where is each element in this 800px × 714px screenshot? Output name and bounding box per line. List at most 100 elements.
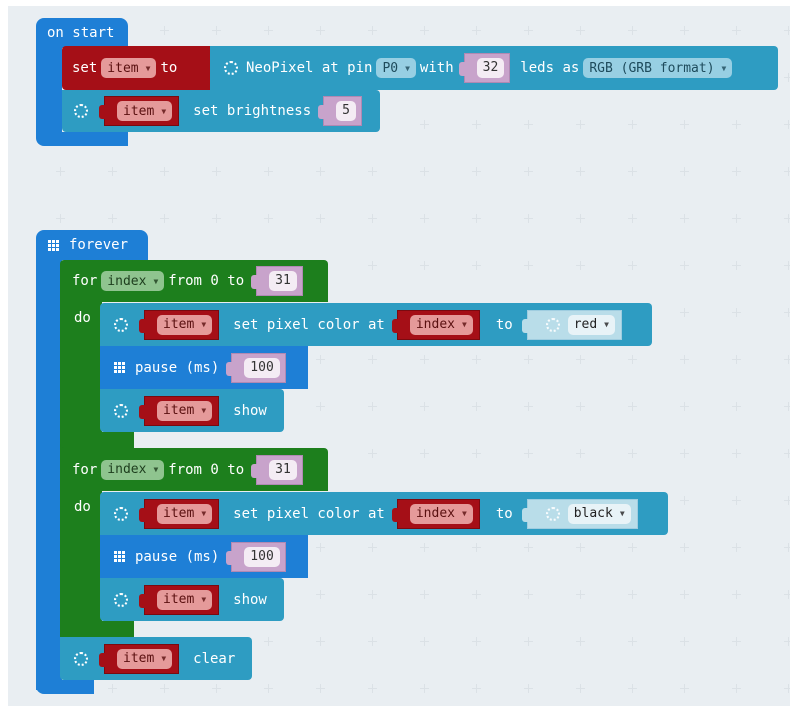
- blocks-workspace[interactable]: on start set item ▼ to NeoPixel at pin P…: [8, 6, 790, 706]
- grid-marker: [160, 167, 169, 176]
- led-count-socket[interactable]: 32: [458, 53, 511, 83]
- grid-marker: [160, 684, 169, 693]
- loop-end-socket[interactable]: 31: [251, 266, 303, 296]
- strip-variable-socket[interactable]: item ▼: [139, 498, 220, 529]
- neopixel-icon: [224, 61, 238, 75]
- neopixel-icon: [74, 104, 88, 118]
- grid-marker: [576, 684, 585, 693]
- loop-end-value[interactable]: 31: [269, 271, 297, 291]
- from-to-text: from 0 to: [168, 461, 245, 478]
- strip-variable-socket[interactable]: item ▼: [99, 96, 180, 126]
- strip-variable-socket[interactable]: item ▼: [99, 643, 180, 674]
- grid-marker: [316, 167, 325, 176]
- pause-value[interactable]: 100: [244, 546, 280, 567]
- grid-marker: [732, 26, 741, 35]
- pin-dropdown[interactable]: P0 ▼: [376, 58, 416, 78]
- grid-marker: [420, 214, 429, 223]
- for-keyword: for: [72, 273, 98, 289]
- on-start-label: on start: [47, 25, 115, 41]
- variable-dropdown[interactable]: item ▼: [157, 314, 213, 335]
- grid-marker: [420, 684, 429, 693]
- loop-end-socket[interactable]: 31: [251, 454, 303, 485]
- neopixel-icon: [114, 403, 128, 418]
- neopixel-at-pin-text: NeoPixel at pin: [246, 60, 373, 76]
- mode-dropdown[interactable]: RGB (GRB format) ▼: [583, 58, 733, 78]
- grid-marker: [472, 402, 481, 411]
- brightness-socket[interactable]: 5: [318, 96, 362, 126]
- grid-marker: [628, 402, 637, 411]
- grid-marker: [524, 120, 533, 129]
- grid-marker: [784, 261, 790, 270]
- grid-marker: [732, 402, 741, 411]
- grid-marker: [576, 543, 585, 552]
- index-dropdown[interactable]: index ▼: [409, 314, 473, 335]
- grid-marker: [472, 26, 481, 35]
- grid-marker: [316, 402, 325, 411]
- grid-marker: [576, 637, 585, 646]
- grid-marker: [576, 590, 585, 599]
- variable-name: item: [107, 60, 139, 76]
- pixel-index-socket[interactable]: index ▼: [391, 498, 480, 529]
- grid-marker: [368, 684, 377, 693]
- grid-marker: [784, 120, 790, 129]
- set-keyword: set: [72, 60, 98, 76]
- grid-marker: [472, 167, 481, 176]
- variable-name: item: [163, 403, 195, 418]
- loop-variable-dropdown[interactable]: index ▼: [101, 271, 165, 291]
- grid-marker: [628, 543, 637, 552]
- color-dropdown[interactable]: black ▼: [567, 503, 631, 524]
- color-dropdown[interactable]: red ▼: [567, 314, 615, 335]
- variable-dropdown[interactable]: item ▼: [157, 400, 213, 421]
- grid-marker: [368, 543, 377, 552]
- for-loop-foot: [60, 432, 134, 448]
- strip-variable-socket[interactable]: item ▼: [139, 395, 220, 426]
- neopixel-icon: [114, 506, 128, 521]
- variable-dropdown[interactable]: item ▼: [101, 58, 157, 78]
- grid-marker: [420, 120, 429, 129]
- pause-value[interactable]: 100: [244, 357, 280, 378]
- grid-marker: [576, 167, 585, 176]
- variable-dropdown[interactable]: item ▼: [117, 101, 173, 121]
- pixel-index-socket[interactable]: index ▼: [391, 309, 480, 340]
- loop-variable-dropdown[interactable]: index ▼: [101, 459, 165, 480]
- grid-marker: [680, 402, 689, 411]
- grid-marker: [732, 167, 741, 176]
- dropdown-arrow-icon: ▼: [145, 63, 151, 73]
- grid-icon: [48, 239, 59, 251]
- loop-variable-name: index: [107, 273, 147, 289]
- grid-marker: [368, 26, 377, 35]
- leds-as-text: leds as: [520, 60, 580, 76]
- grid-marker: [368, 590, 377, 599]
- on-start-foot: [36, 132, 128, 146]
- index-dropdown[interactable]: index ▼: [409, 503, 473, 524]
- grid-marker: [680, 543, 689, 552]
- strip-variable-socket[interactable]: item ▼: [139, 309, 220, 340]
- variable-dropdown[interactable]: item ▼: [117, 648, 173, 669]
- grid-marker: [680, 308, 689, 317]
- dropdown-arrow-icon: ▼: [604, 320, 609, 329]
- variable-dropdown[interactable]: item ▼: [157, 503, 213, 524]
- grid-marker: [628, 684, 637, 693]
- pause-socket[interactable]: 100: [226, 541, 286, 572]
- color-socket[interactable]: red ▼: [521, 309, 622, 340]
- led-count-value[interactable]: 32: [476, 58, 505, 78]
- grid-marker: [420, 402, 429, 411]
- grid-marker: [420, 449, 429, 458]
- brightness-value[interactable]: 5: [336, 101, 356, 121]
- grid-marker: [732, 308, 741, 317]
- color-value: red: [573, 317, 598, 332]
- grid-marker: [316, 26, 325, 35]
- variable-dropdown[interactable]: item ▼: [157, 589, 213, 610]
- grid-marker: [576, 449, 585, 458]
- color-socket[interactable]: black ▼: [521, 498, 638, 529]
- pause-socket[interactable]: 100: [226, 352, 286, 383]
- grid-marker: [316, 214, 325, 223]
- for-loop-foot: [60, 621, 134, 637]
- grid-marker: [108, 167, 117, 176]
- variable-name: item: [123, 103, 155, 119]
- grid-marker: [628, 590, 637, 599]
- loop-end-value[interactable]: 31: [269, 459, 297, 480]
- strip-variable-socket[interactable]: item ▼: [139, 584, 220, 615]
- grid-marker: [212, 26, 221, 35]
- dropdown-arrow-icon: ▼: [619, 509, 625, 518]
